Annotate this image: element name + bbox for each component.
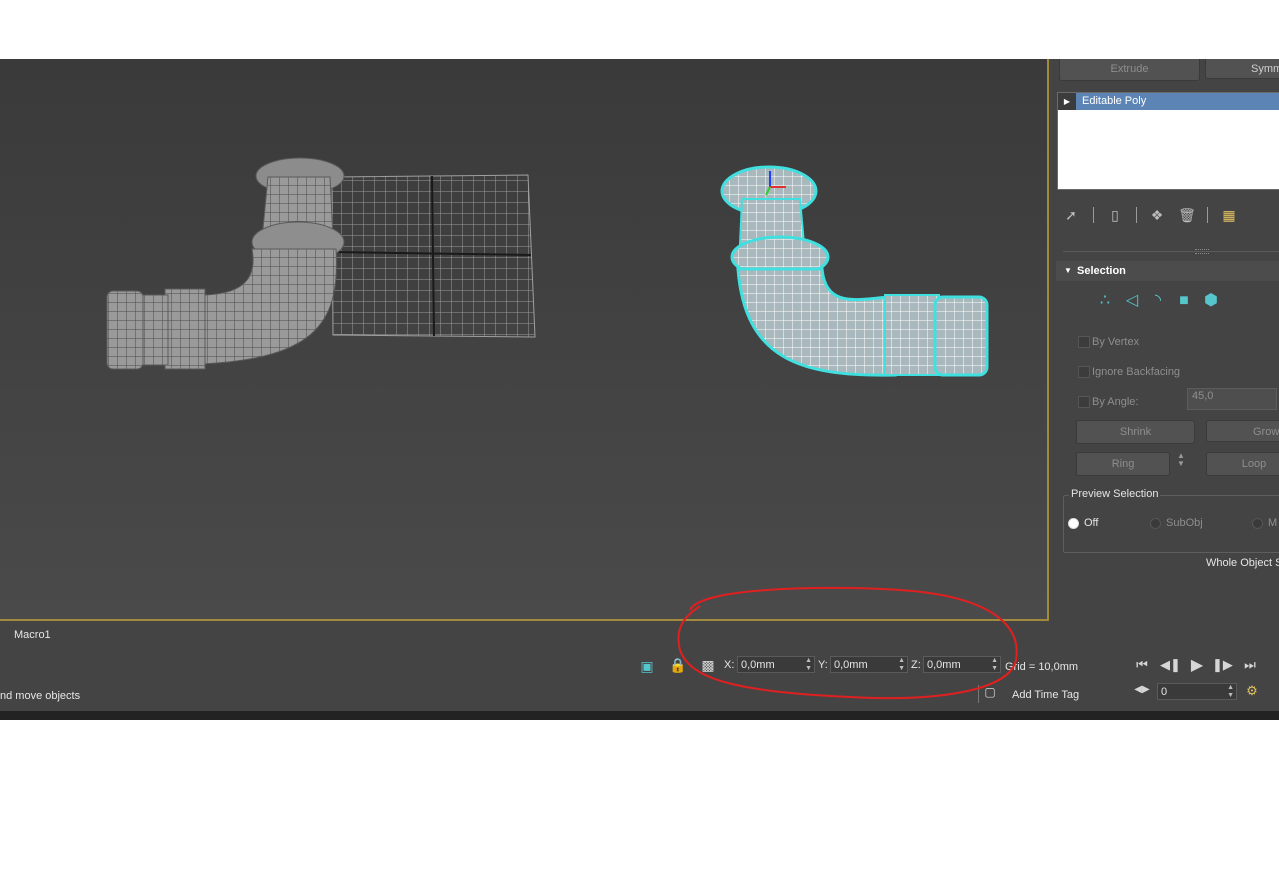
- annotation-circle-overlay: [677, 586, 1018, 700]
- red-annotation-circle: [677, 586, 1018, 700]
